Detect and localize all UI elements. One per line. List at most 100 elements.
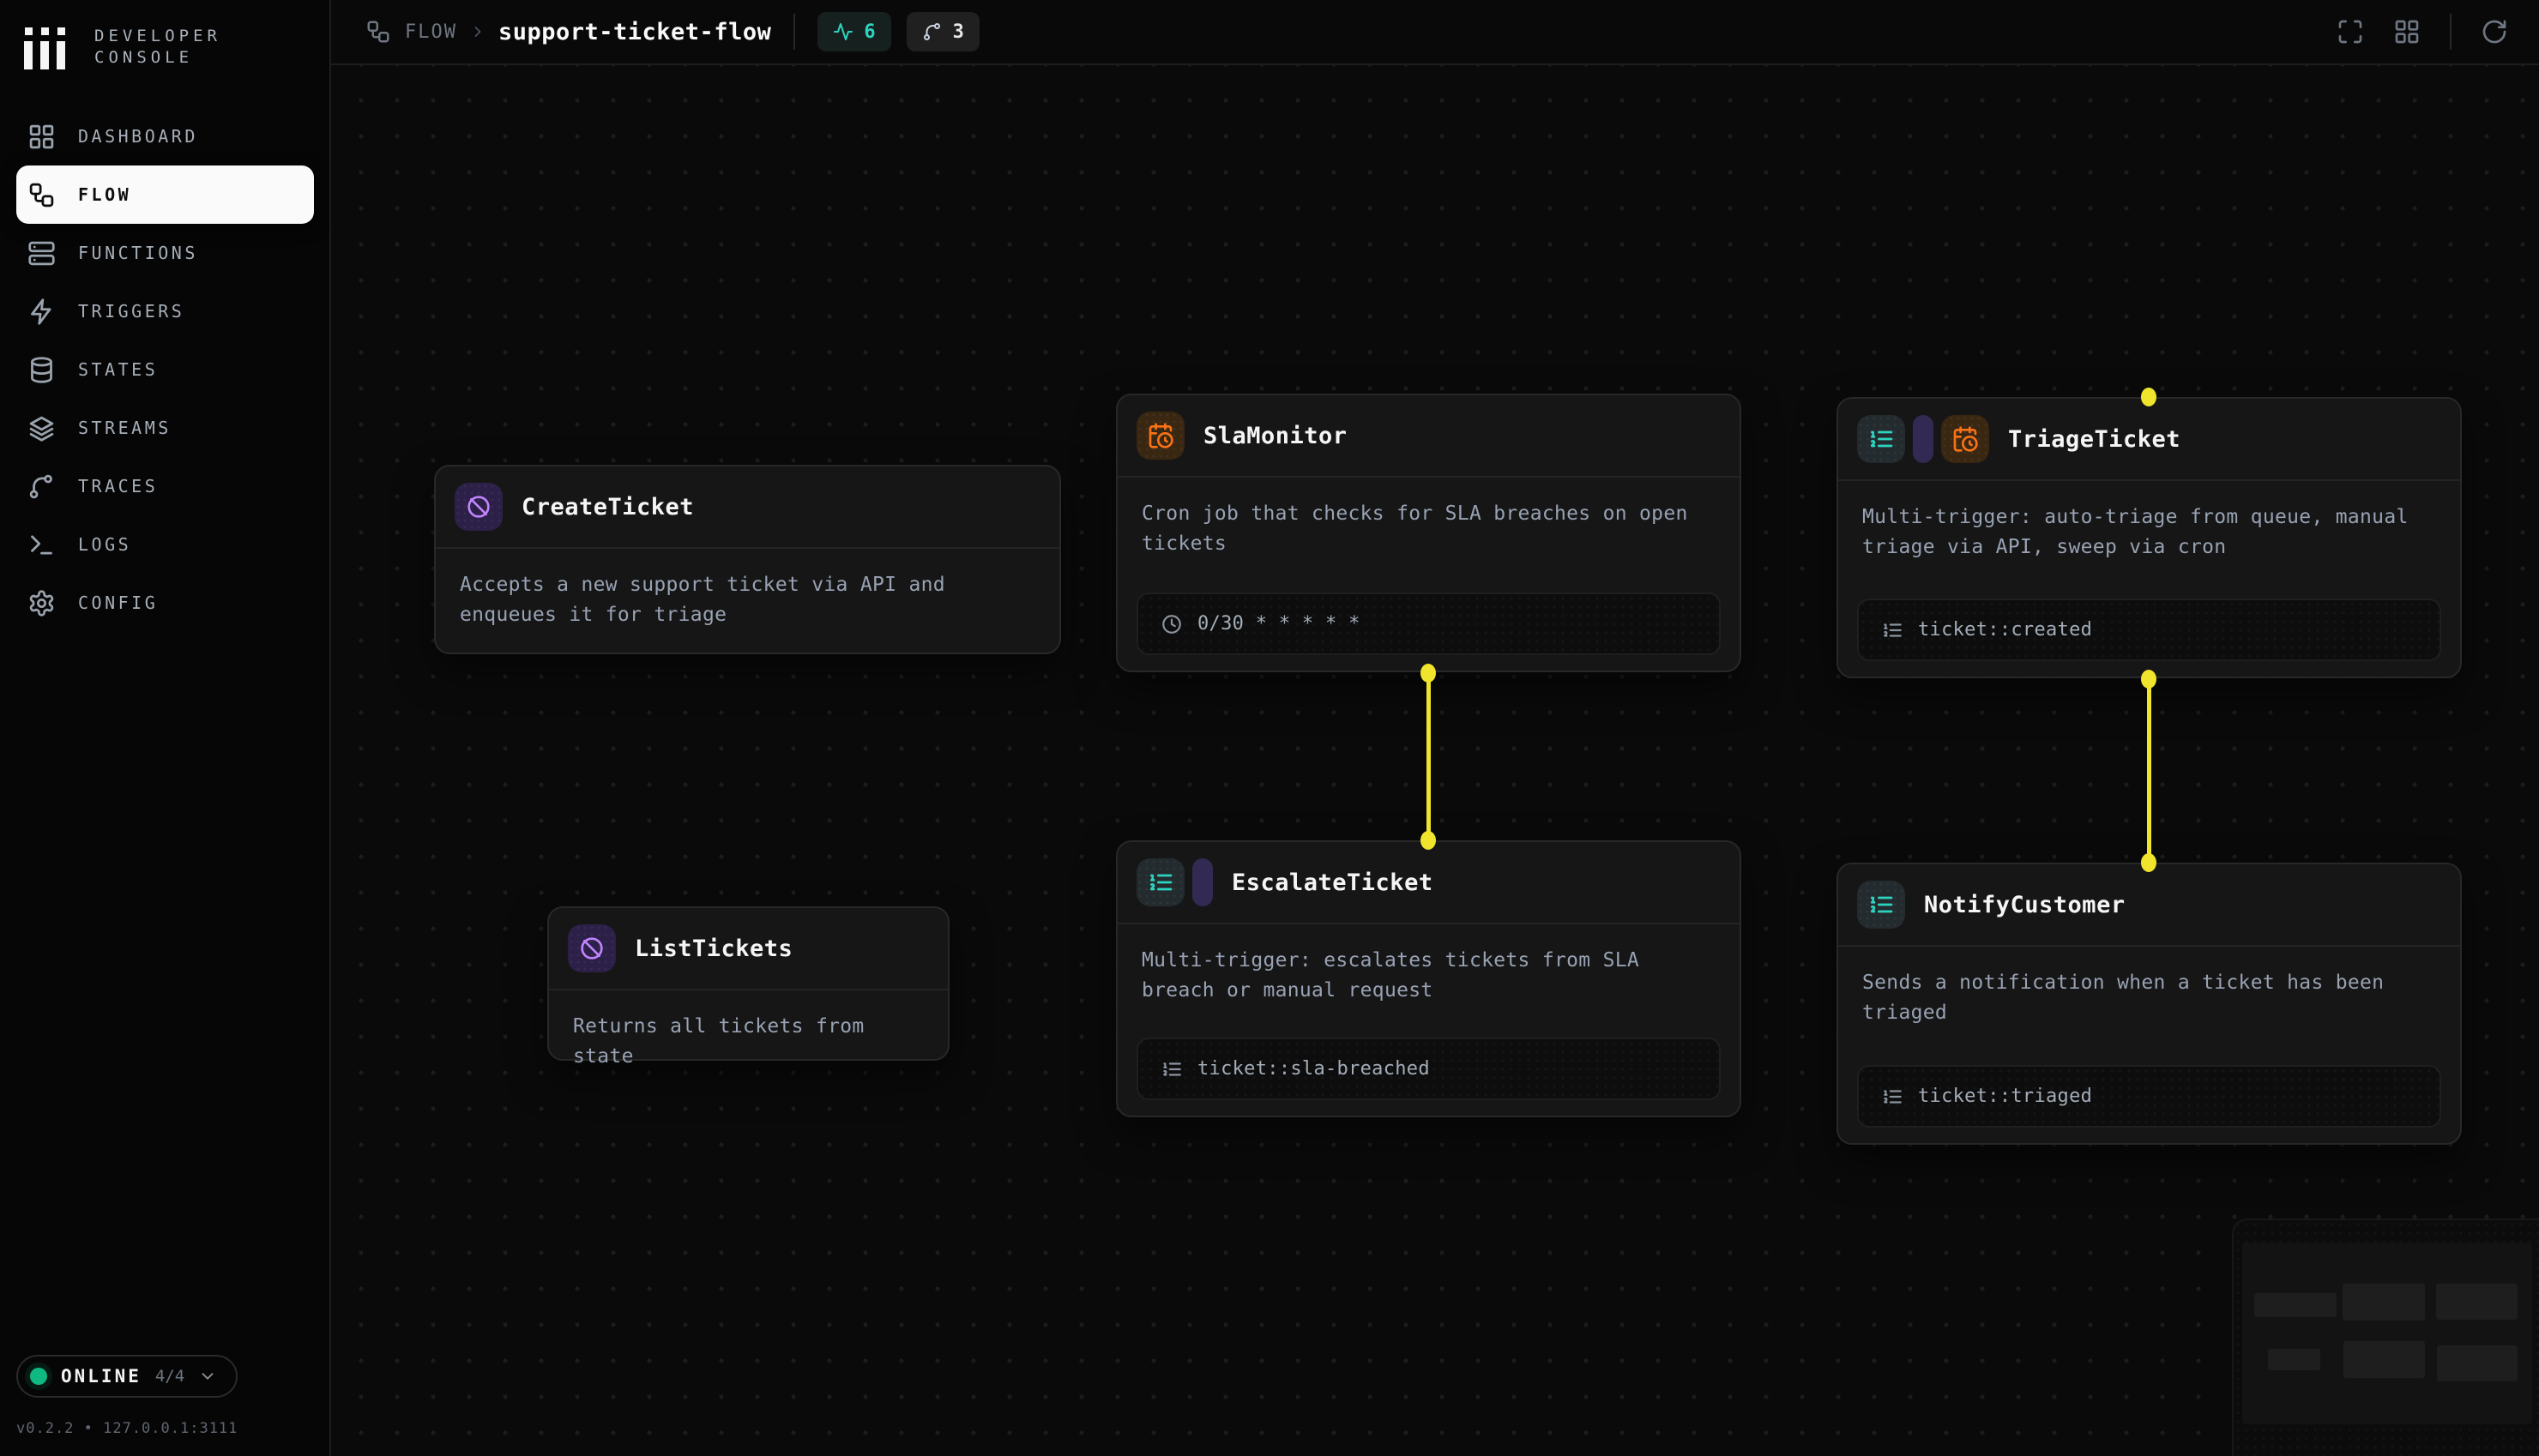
topic-name: ticket::sla-breached <box>1197 1058 1430 1080</box>
sidebar-item-label: TRIGGERS <box>78 301 184 322</box>
gear-icon <box>27 589 56 617</box>
node-description: Multi-trigger: escalates tickets from SL… <box>1118 924 1740 1038</box>
edge-sla-to-escalate <box>1426 672 1431 840</box>
version-text: v0.2.2 • 127.0.0.1:3111 <box>16 1420 238 1437</box>
list-ordered-icon <box>1881 1086 1903 1108</box>
list-ordered-icon <box>1881 619 1903 641</box>
topic-subscription: ticket::created <box>1857 599 2441 661</box>
node-notify-customer[interactable]: NotifyCustomer Sends a notification when… <box>1836 863 2462 1145</box>
topic-subscription: ticket::triaged <box>1857 1065 2441 1128</box>
api-badge <box>455 483 503 531</box>
edge-handle-notify-top[interactable] <box>2141 853 2156 872</box>
trace-branch-icon <box>27 472 56 501</box>
header-divider <box>793 14 795 50</box>
sidebar-item-streams[interactable]: STREAMS <box>16 399 314 457</box>
terminal-icon <box>27 531 56 559</box>
node-header: SlaMonitor <box>1118 395 1740 476</box>
grid-icon <box>2393 18 2421 45</box>
sidebar-item-triggers[interactable]: TRIGGERS <box>16 282 314 340</box>
refresh-icon <box>2481 18 2508 45</box>
sidebar-item-functions[interactable]: FUNCTIONS <box>16 224 314 282</box>
edge-triage-to-notify <box>2147 678 2151 863</box>
node-description: Returns all tickets from state <box>549 990 948 1072</box>
node-triage-ticket[interactable]: TriageTicket Multi-trigger: auto-triage … <box>1836 397 2462 678</box>
chevron-down-icon <box>198 1367 217 1386</box>
sidebar-item-traces[interactable]: TRACES <box>16 457 314 515</box>
minimap-node-escalate-ticket <box>2343 1341 2425 1378</box>
minimap-node-triage-ticket <box>2436 1284 2518 1320</box>
clock-icon <box>1161 613 1183 635</box>
api-pill-badge <box>1913 415 1933 463</box>
fullscreen-button[interactable] <box>2337 18 2364 45</box>
node-description: Sends a notification when a ticket has b… <box>1838 947 2460 1065</box>
workflow-icon <box>27 181 56 209</box>
database-icon <box>27 356 56 384</box>
activity-icon <box>833 21 853 42</box>
server-icon <box>27 239 56 268</box>
sidebar-nav: DASHBOARD FLOW FUNCTIONS TRIGGERS STATES… <box>0 107 331 632</box>
api-pill-badge <box>1192 858 1213 906</box>
cron-badge <box>1941 415 1989 463</box>
queue-badge <box>1857 415 1905 463</box>
node-title: SlaMonitor <box>1203 423 1348 449</box>
node-description: Cron job that checks for SLA breaches on… <box>1118 478 1740 593</box>
node-header: ListTickets <box>549 908 948 989</box>
flow-canvas[interactable]: CreateTicket Accepts a new support ticke… <box>331 65 2539 1456</box>
node-escalate-ticket[interactable]: EscalateTicket Multi-trigger: escalates … <box>1116 840 1741 1117</box>
topic-subscription: ticket::sla-breached <box>1137 1038 1721 1100</box>
minimap-node-create-ticket <box>2254 1293 2337 1317</box>
node-title: TriageTicket <box>2008 426 2180 453</box>
sidebar-item-flow[interactable]: FLOW <box>16 165 314 224</box>
node-title: NotifyCustomer <box>1924 892 2126 918</box>
maximize-icon <box>2337 18 2364 45</box>
minimap[interactable] <box>2232 1218 2539 1456</box>
refresh-button[interactable] <box>2481 18 2508 45</box>
breadcrumb-section[interactable]: FLOW <box>405 21 457 43</box>
node-create-ticket[interactable]: CreateTicket Accepts a new support ticke… <box>434 465 1061 654</box>
node-list-tickets[interactable]: ListTickets Returns all tickets from sta… <box>547 906 950 1061</box>
zap-icon <box>27 298 56 326</box>
queue-badge <box>1137 858 1185 906</box>
activity-count-badge[interactable]: 6 <box>817 12 890 51</box>
layout-grid-button[interactable] <box>2393 18 2421 45</box>
sidebar-item-logs[interactable]: LOGS <box>16 515 314 574</box>
node-header: TriageTicket <box>1838 399 2460 479</box>
sidebar: DEVELOPERCONSOLE DASHBOARD FLOW FUNCTION… <box>0 0 331 1456</box>
node-description: Multi-trigger: auto-triage from queue, m… <box>1838 481 2460 599</box>
list-ordered-icon <box>1147 869 1174 896</box>
sidebar-item-dashboard[interactable]: DASHBOARD <box>16 107 314 165</box>
circle-slash-icon <box>578 935 606 962</box>
online-status-dot <box>30 1368 47 1385</box>
sidebar-item-config[interactable]: CONFIG <box>16 574 314 632</box>
minimap-node-list-tickets <box>2268 1349 2320 1370</box>
edge-handle-triage-top[interactable] <box>2141 388 2156 406</box>
sidebar-item-label: DASHBOARD <box>78 126 198 147</box>
node-sla-monitor[interactable]: SlaMonitor Cron job that checks for SLA … <box>1116 394 1741 672</box>
sidebar-item-label: CONFIG <box>78 593 158 613</box>
dashboard-icon <box>27 123 56 151</box>
chevron-right-icon <box>469 23 486 40</box>
branch-icon <box>922 21 943 42</box>
workflow-icon <box>365 19 391 45</box>
list-ordered-icon <box>1867 425 1895 453</box>
brand-text: DEVELOPERCONSOLE <box>94 26 221 69</box>
cron-schedule: 0/30 * * * * * <box>1137 593 1721 655</box>
calendar-clock-icon <box>1951 425 1979 453</box>
node-title: CreateTicket <box>522 494 694 520</box>
edge-handle-triage-bottom[interactable] <box>2141 670 2156 689</box>
branch-count-badge[interactable]: 3 <box>907 12 980 51</box>
circle-slash-icon <box>465 493 492 520</box>
sidebar-item-states[interactable]: STATES <box>16 340 314 399</box>
topic-name: ticket::created <box>1918 619 2092 641</box>
topbar-actions <box>2337 14 2508 50</box>
minimap-viewport <box>2242 1242 2532 1424</box>
edge-handle-sla-bottom[interactable] <box>1420 664 1436 683</box>
topbar: FLOW support-ticket-flow 6 3 <box>331 0 2539 65</box>
page-title: support-ticket-flow <box>498 19 771 45</box>
online-status-pill[interactable]: ONLINE 4/4 <box>16 1355 238 1398</box>
sidebar-item-label: STATES <box>78 359 158 380</box>
edge-handle-escalate-top[interactable] <box>1420 831 1436 850</box>
cron-badge <box>1137 412 1185 460</box>
minimap-node-sla-monitor <box>2343 1284 2425 1321</box>
sidebar-item-label: FLOW <box>78 184 131 205</box>
